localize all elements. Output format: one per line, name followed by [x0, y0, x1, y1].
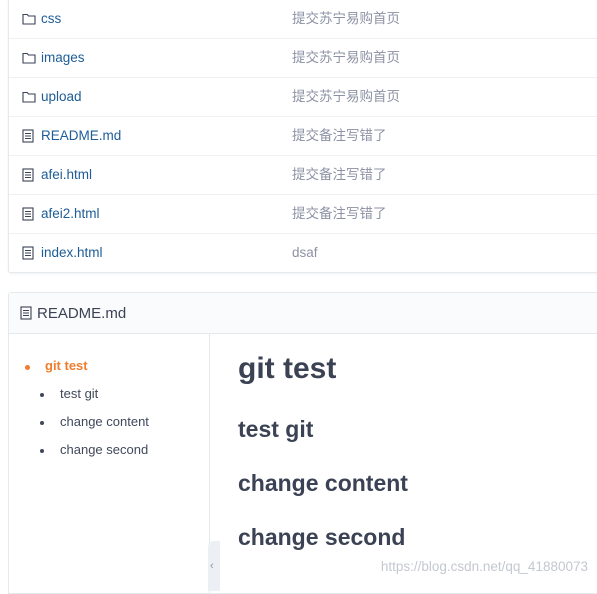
file-row-images[interactable]: images 提交苏宁易购首页	[9, 39, 597, 78]
bullet-icon	[40, 421, 44, 425]
file-name[interactable]: README.md	[41, 117, 121, 155]
heading-change-second: change second	[238, 524, 406, 550]
bullet-icon	[40, 393, 44, 397]
readme-content: git test test git change content change …	[210, 334, 597, 593]
file-row-index[interactable]: index.html dsaf	[9, 234, 597, 272]
bullet-icon	[40, 449, 44, 453]
file-row-css[interactable]: css 提交苏宁易购首页	[9, 0, 597, 39]
file-row-upload[interactable]: upload 提交苏宁易购首页	[9, 78, 597, 117]
file-row-afei[interactable]: afei.html 提交备注写错了	[9, 156, 597, 195]
chevron-left-icon: ‹	[210, 560, 214, 572]
commit-message[interactable]: 提交备注写错了	[292, 156, 387, 194]
file-name[interactable]: upload	[41, 78, 82, 116]
file-row-readme[interactable]: README.md 提交备注写错了	[9, 117, 597, 156]
folder-icon	[22, 90, 36, 108]
file-list: css 提交苏宁易购首页 images 提交苏宁易购首页 upload 提交苏宁…	[8, 0, 597, 273]
commit-message[interactable]: 提交备注写错了	[292, 117, 387, 155]
toc-label[interactable]: git test	[45, 358, 88, 373]
heading-test-git: test git	[238, 416, 314, 442]
heading-change-content: change content	[238, 470, 408, 496]
file-icon	[22, 246, 34, 265]
folder-icon	[22, 12, 36, 30]
folder-icon	[22, 51, 36, 69]
file-icon	[20, 306, 32, 325]
commit-message[interactable]: 提交备注写错了	[292, 195, 387, 233]
file-row-afei2[interactable]: afei2.html 提交备注写错了	[9, 195, 597, 234]
commit-message[interactable]: 提交苏宁易购首页	[292, 39, 400, 77]
file-name[interactable]: index.html	[41, 234, 103, 272]
commit-message[interactable]: 提交苏宁易购首页	[292, 78, 400, 116]
file-icon	[22, 129, 34, 148]
toc-label[interactable]: change content	[60, 414, 149, 429]
readme-panel: README.md git test test git change conte…	[8, 292, 597, 594]
toc-label[interactable]: change second	[60, 442, 148, 457]
file-icon	[22, 207, 34, 226]
commit-message[interactable]: 提交苏宁易购首页	[292, 0, 400, 38]
heading-git-test: git test	[238, 352, 337, 385]
readme-header: README.md	[9, 293, 597, 334]
bullet-icon	[25, 365, 30, 370]
table-of-contents: git test test git change content change …	[9, 334, 210, 594]
file-name[interactable]: afei2.html	[41, 195, 100, 233]
file-name[interactable]: images	[41, 39, 85, 77]
commit-message[interactable]: dsaf	[292, 234, 318, 272]
toc-label[interactable]: test git	[60, 386, 98, 401]
readme-title: README.md	[37, 305, 127, 322]
file-name[interactable]: css	[41, 0, 61, 38]
file-name[interactable]: afei.html	[41, 156, 92, 194]
watermark: https://blog.csdn.net/qq_41880073	[380, 559, 588, 574]
file-icon	[22, 168, 34, 187]
